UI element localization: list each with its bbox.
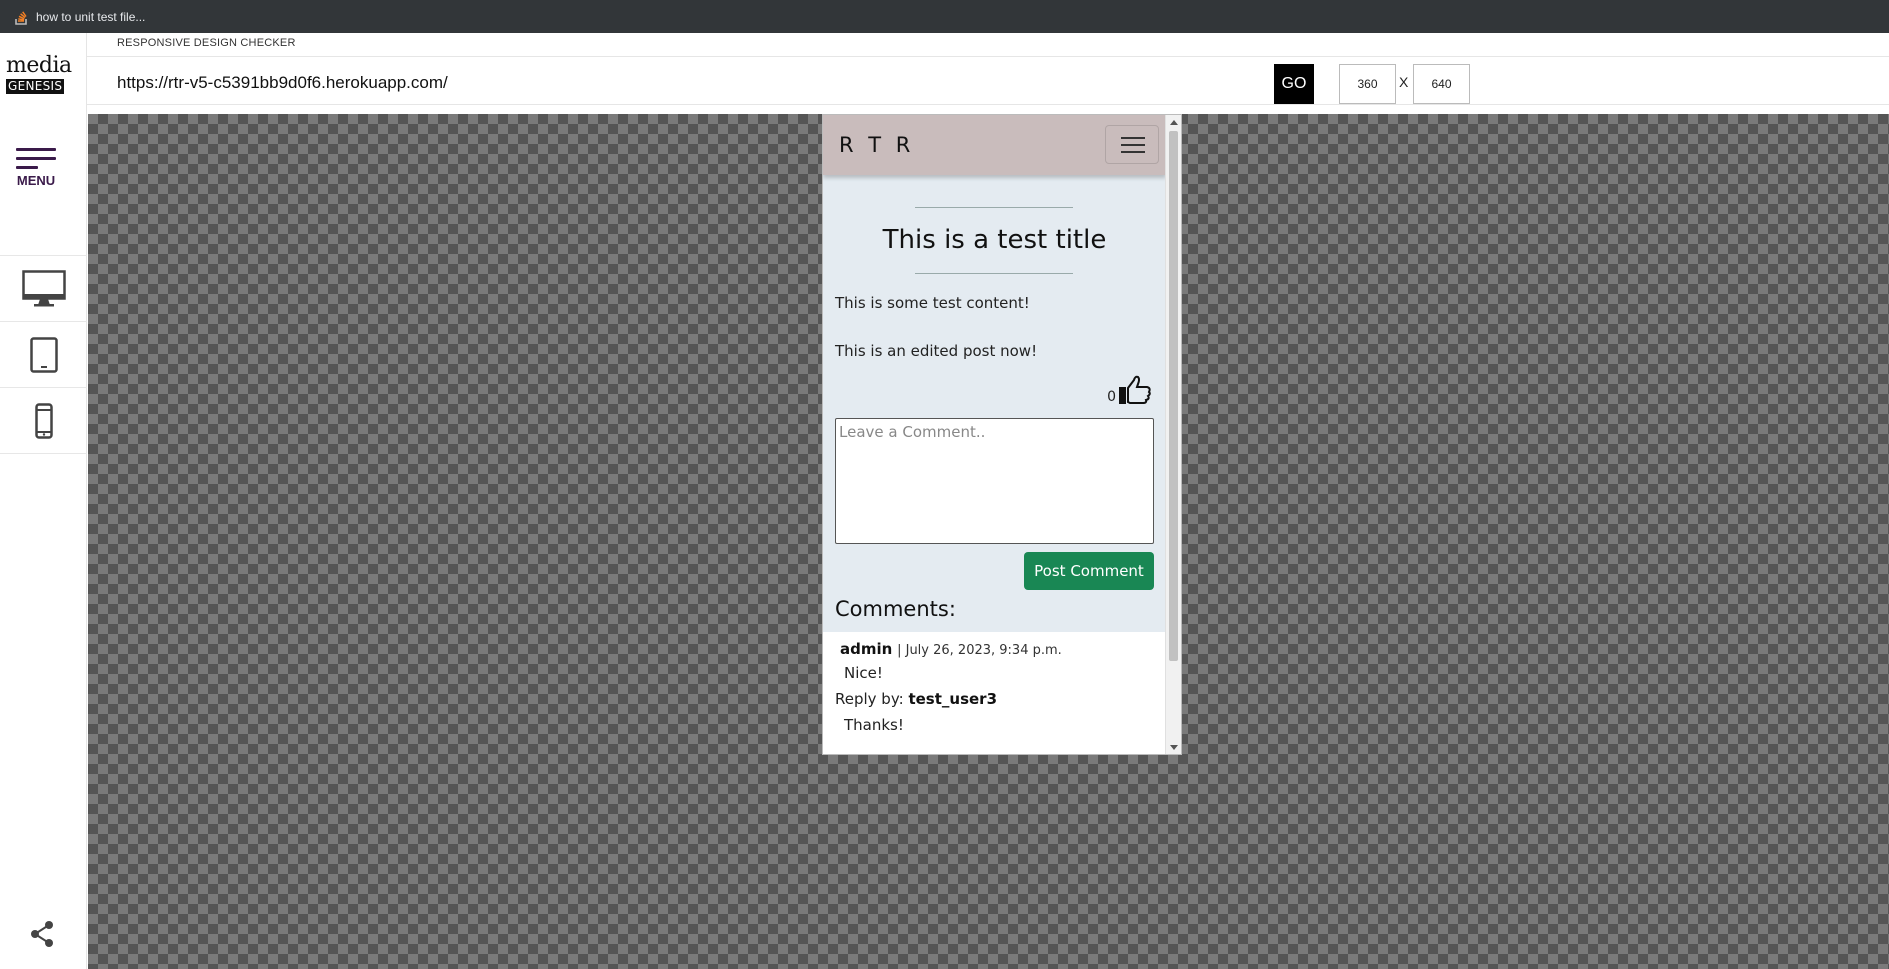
reply-body: Thanks! xyxy=(844,716,904,734)
post-paragraph: This is some test content! xyxy=(835,294,1030,312)
like-count: 0 xyxy=(1107,389,1116,405)
menu-label: MENU xyxy=(16,173,56,188)
desktop-device-button[interactable] xyxy=(0,256,87,322)
title-divider-bottom xyxy=(915,273,1073,274)
url-input[interactable] xyxy=(117,65,1271,101)
comment-meta: admin | July 26, 2023, 9:34 p.m. xyxy=(840,640,1062,658)
phone-icon xyxy=(34,402,53,439)
browser-tab-title[interactable]: how to unit test file... xyxy=(36,10,145,24)
title-divider-top xyxy=(915,207,1073,208)
post-comment-button[interactable]: Post Comment xyxy=(1024,552,1154,590)
desktop-icon xyxy=(21,269,66,306)
viewport-scrollbar[interactable] xyxy=(1165,115,1181,754)
comment-reply-meta: Reply by: test_user3 xyxy=(835,690,997,708)
comment-author: admin xyxy=(840,640,893,658)
navbar-toggler-button[interactable] xyxy=(1105,125,1159,164)
width-input[interactable]: 360 xyxy=(1339,64,1396,104)
menu-button[interactable]: MENU xyxy=(0,148,72,208)
reply-prefix: Reply by: xyxy=(835,690,904,708)
tablet-icon xyxy=(29,336,58,373)
dimension-separator: X xyxy=(1399,74,1409,90)
tablet-device-button[interactable] xyxy=(0,322,87,388)
device-viewport: R T R This is a test title This is some … xyxy=(822,114,1182,755)
comment-textarea[interactable] xyxy=(835,418,1154,544)
sidebar: media GENESIS MENU xyxy=(0,33,87,969)
device-list xyxy=(0,255,87,454)
share-icon[interactable] xyxy=(27,919,57,949)
site-page: R T R This is a test title This is some … xyxy=(823,115,1166,754)
post-title: This is a test title xyxy=(882,225,1107,255)
app-header-label: RESPONSIVE DESIGN CHECKER xyxy=(117,37,296,49)
post-paragraph: This is an edited post now! xyxy=(835,342,1038,360)
height-input[interactable]: 640 xyxy=(1413,64,1470,104)
browser-tab-bar: how to unit test file... xyxy=(0,0,1889,33)
reply-author: test_user3 xyxy=(908,690,998,708)
scroll-down-icon[interactable] xyxy=(1170,745,1178,750)
comment-date: | July 26, 2023, 9:34 p.m. xyxy=(897,643,1062,658)
scroll-up-icon[interactable] xyxy=(1170,120,1178,125)
scrollbar-thumb[interactable] xyxy=(1169,131,1178,661)
comments-list: admin | July 26, 2023, 9:34 p.m. Nice! R… xyxy=(823,632,1166,754)
comments-heading: Comments: xyxy=(835,597,956,621)
logo-line1: media xyxy=(6,53,72,78)
media-genesis-logo[interactable]: media GENESIS xyxy=(6,55,72,95)
comment-body: Nice! xyxy=(844,664,883,682)
go-button[interactable]: GO xyxy=(1274,64,1314,104)
stackoverflow-icon xyxy=(14,9,28,25)
thumbs-up-icon[interactable] xyxy=(1118,375,1152,405)
hamburger-icon xyxy=(16,148,56,169)
likes: 0 xyxy=(1107,375,1152,405)
phone-device-button[interactable] xyxy=(0,388,87,454)
logo-line2: GENESIS xyxy=(6,79,65,94)
site-brand[interactable]: R T R xyxy=(839,133,914,157)
site-navbar: R T R xyxy=(823,115,1166,175)
